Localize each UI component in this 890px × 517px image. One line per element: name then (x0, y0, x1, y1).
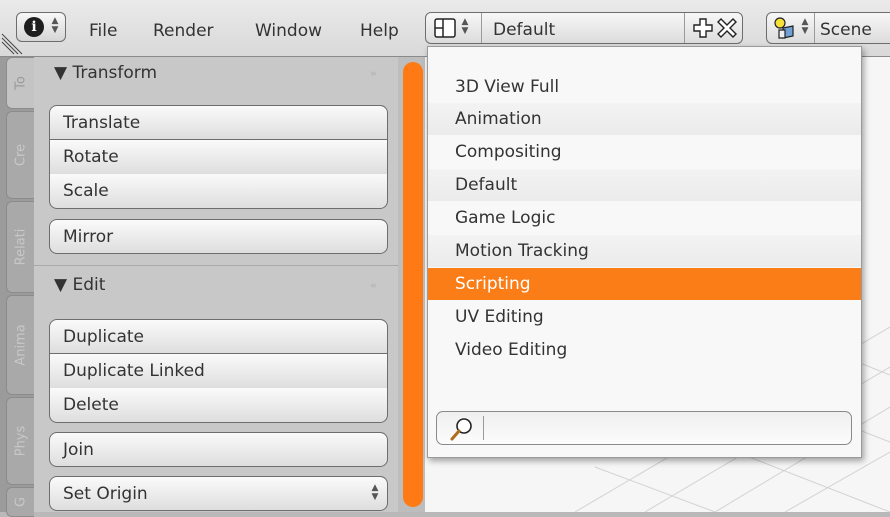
duplicate-linked-button[interactable]: Duplicate Linked (49, 354, 388, 389)
rotate-button[interactable]: Rotate (49, 140, 388, 175)
updown-arrows-icon: ▲ ▼ (801, 17, 809, 36)
updown-arrows-icon: ▲ ▼ (461, 17, 469, 36)
button-label: Join (63, 440, 94, 460)
button-label: Scale (63, 181, 109, 201)
edit-section-header[interactable]: ▼ Edit (54, 275, 105, 295)
mirror-button[interactable]: Mirror (49, 219, 388, 254)
layout-option-uv-editing[interactable]: UV Editing (428, 301, 861, 333)
tab-label: Phys (13, 425, 28, 457)
menu-render[interactable]: Render (153, 21, 214, 41)
layout-search-input[interactable] (489, 415, 843, 441)
layout-search-box[interactable] (436, 411, 852, 445)
screen-layout-selector[interactable]: ▲ ▼ Default (425, 12, 743, 44)
layout-option-motion-tracking[interactable]: Motion Tracking (428, 235, 861, 267)
button-label: Mirror (63, 227, 114, 247)
scene-name[interactable]: Scene (820, 20, 872, 40)
option-label: Motion Tracking (455, 241, 589, 261)
screen-layout-name[interactable]: Default (493, 20, 555, 40)
button-label: Duplicate Linked (63, 361, 205, 381)
tab-label: Cre (13, 143, 28, 167)
button-label: Rotate (63, 147, 119, 167)
button-label: Duplicate (63, 327, 144, 347)
screen-layout-dropdown: 3D View Full Animation Compositing Defau… (427, 46, 862, 458)
option-label: UV Editing (455, 307, 544, 327)
scene-selector[interactable]: ▲ ▼ Scene (766, 12, 890, 44)
tab-animation[interactable]: Anima (6, 295, 34, 395)
button-label: Delete (63, 395, 119, 415)
delete-button[interactable]: Delete (49, 388, 388, 423)
info-icon: i (24, 17, 44, 37)
transform-section-header[interactable]: ▼ Transform (54, 63, 157, 83)
option-label: Compositing (455, 142, 562, 162)
layout-option-default[interactable]: Default (428, 169, 861, 201)
tab-create[interactable]: Cre (6, 111, 34, 199)
option-label: Video Editing (455, 340, 568, 360)
tab-label: Relati (13, 228, 28, 266)
scene-icon (774, 17, 794, 39)
layout-option-video-editing[interactable]: Video Editing (428, 334, 861, 366)
drag-grip-icon[interactable]: ≡ (370, 281, 384, 290)
tab-tools[interactable]: To (6, 57, 34, 109)
dropdown-label: Set Origin (63, 484, 148, 504)
option-label: Scripting (455, 274, 531, 294)
tab-grease-pencil[interactable]: G (6, 487, 34, 517)
tab-label: To (13, 76, 28, 90)
tab-label: G (13, 496, 28, 508)
option-label: Default (455, 175, 518, 195)
layout-option-scripting[interactable]: Scripting (428, 268, 861, 300)
updown-arrows-icon: ▲ ▼ (371, 483, 379, 502)
menu-file[interactable]: File (89, 21, 117, 41)
tab-relations[interactable]: Relati (6, 201, 34, 293)
option-label: Animation (455, 109, 542, 129)
button-label: Translate (63, 113, 141, 133)
tab-label: Anima (13, 324, 28, 366)
panel-scrollbar[interactable] (403, 62, 423, 507)
option-label: Game Logic (455, 208, 556, 228)
menu-help[interactable]: Help (360, 21, 399, 41)
screen-layout-icon (434, 18, 456, 38)
join-button[interactable]: Join (49, 432, 388, 467)
add-icon[interactable] (692, 17, 714, 39)
layout-option-animation[interactable]: Animation (428, 103, 861, 135)
layout-option-3d-view-full[interactable]: 3D View Full (428, 71, 861, 103)
layout-option-game-logic[interactable]: Game Logic (428, 202, 861, 234)
option-label: 3D View Full (455, 77, 560, 97)
layout-option-compositing[interactable]: Compositing (428, 136, 861, 168)
menu-window[interactable]: Window (255, 21, 322, 41)
duplicate-button[interactable]: Duplicate (49, 319, 388, 354)
remove-icon[interactable] (716, 17, 738, 39)
search-icon (450, 418, 472, 441)
scale-button[interactable]: Scale (49, 174, 388, 209)
editor-type-button[interactable]: i ▲ ▼ (16, 12, 66, 42)
edit-section-title: Edit (72, 275, 106, 295)
drag-grip-icon[interactable]: ≡ (370, 69, 384, 78)
section-divider (34, 265, 398, 266)
set-origin-dropdown[interactable]: Set Origin ▲ ▼ (49, 476, 388, 511)
transform-section-title: Transform (72, 63, 158, 83)
updown-arrows-icon: ▲ ▼ (51, 16, 59, 35)
tool-shelf-tabs: To Cre Relati Anima Phys G (0, 57, 34, 517)
tab-physics[interactable]: Phys (6, 397, 34, 485)
tool-panel: ▼ Transform ≡ Translate Rotate Scale Mir… (34, 57, 398, 512)
translate-button[interactable]: Translate (49, 105, 388, 140)
